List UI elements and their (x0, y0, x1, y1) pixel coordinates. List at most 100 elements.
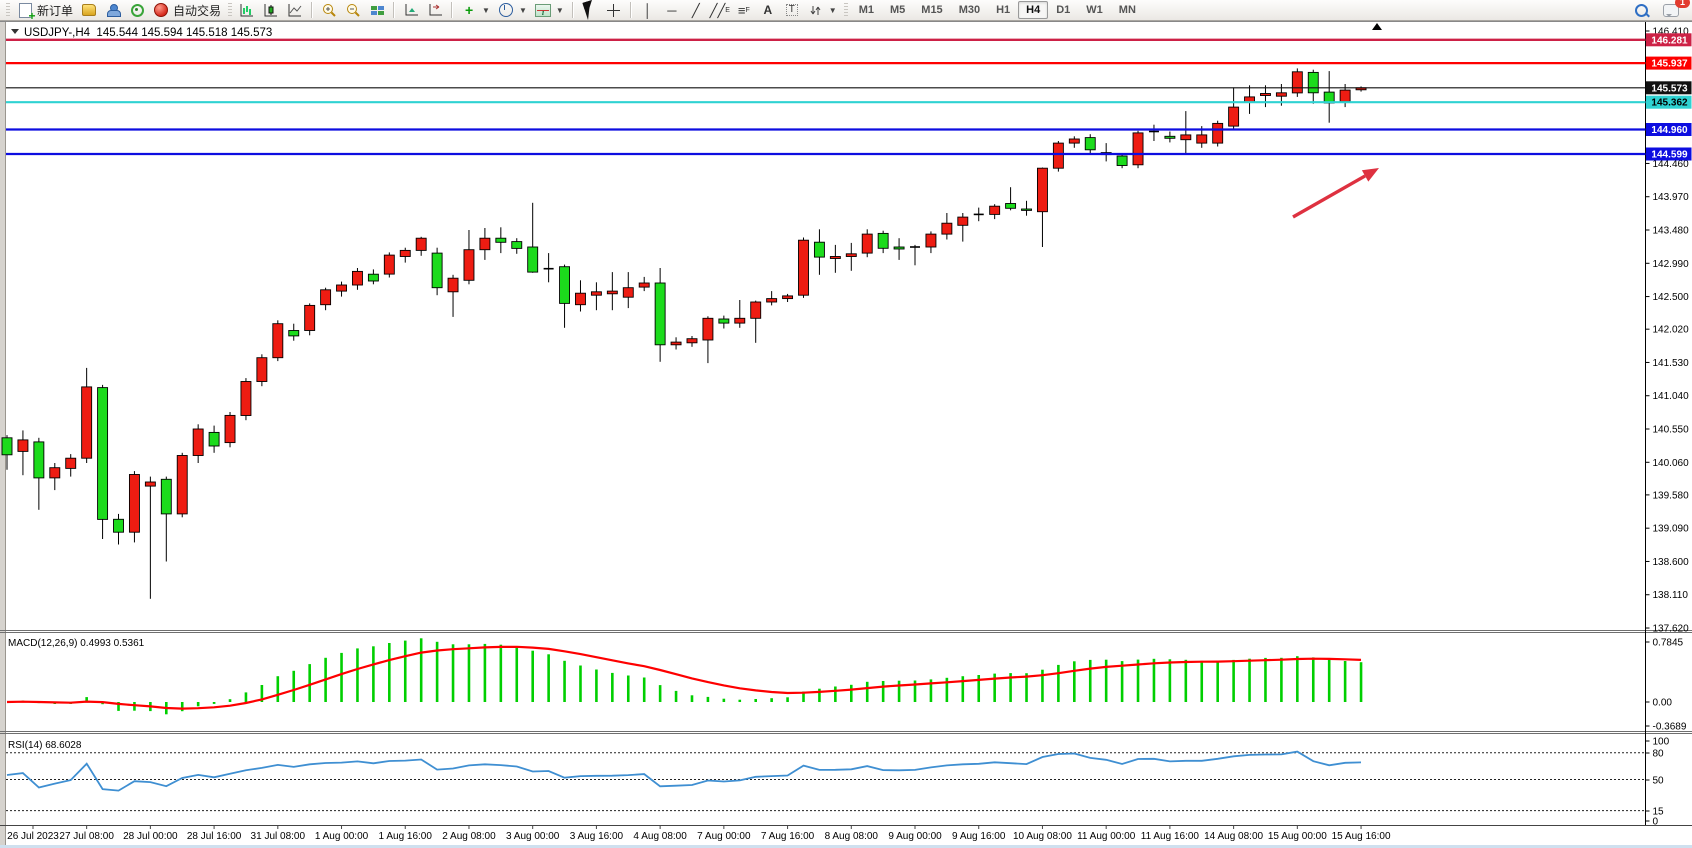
fibonacci-icon: ≡F (736, 2, 752, 18)
price-tick-label: 143.480 (1653, 226, 1690, 237)
timeframe-button-M15[interactable]: M15 (913, 1, 950, 19)
arrows-tool-button[interactable]: ▼ (804, 1, 841, 20)
candle-chart-button[interactable] (259, 1, 283, 20)
new-order-button[interactable]: 新订单 (13, 1, 77, 20)
timeframe-button-M1[interactable]: M1 (851, 1, 882, 19)
tile-windows-icon (369, 2, 385, 18)
toolbar-grip (228, 3, 232, 17)
timeframe-toolbar: M1M5M15M30H1H4D1W1MN (851, 1, 1144, 19)
tile-windows-button[interactable] (365, 1, 389, 20)
trendline-tool-button[interactable]: ╱ (684, 1, 708, 20)
periods-button[interactable]: ▼ (494, 1, 531, 20)
dropdown-arrow-icon: ▼ (482, 6, 490, 15)
timeframe-button-M30[interactable]: M30 (951, 1, 988, 19)
rsi-tick-label: 0 (1653, 817, 1659, 828)
chart-window-background (5, 22, 1692, 845)
label-tool-button[interactable]: T (780, 1, 804, 20)
zoom-in-button[interactable] (317, 1, 341, 20)
date-tick-label: 11 Aug 16:00 (1141, 831, 1200, 842)
horizontal-line-tool-button[interactable]: ─ (660, 1, 684, 20)
crosshair-tool-button[interactable] (602, 1, 626, 20)
add-indicator-icon: + (461, 2, 477, 18)
auto-scroll-icon (403, 2, 419, 18)
cursor-tool-button[interactable] (578, 1, 602, 20)
dropdown-arrow-icon: ▼ (829, 6, 837, 15)
macd-tick-label: 0.7845 (1653, 638, 1684, 649)
price-tick-label: 141.040 (1653, 391, 1690, 402)
date-tick-label: 15 Aug 00:00 (1268, 831, 1327, 842)
horizontal-line-icon: ─ (664, 2, 680, 18)
price-tick-label: 138.110 (1653, 590, 1689, 601)
price-tick-label: 142.020 (1653, 325, 1690, 336)
timeframe-button-H4[interactable]: H4 (1018, 1, 1048, 19)
date-tick-label: 2 Aug 08:00 (442, 831, 496, 842)
bar-chart-icon (239, 2, 255, 18)
trendline-icon: ╱ (688, 2, 704, 18)
date-tick-label: 10 Aug 08:00 (1013, 831, 1072, 842)
add-indicator-button[interactable]: + ▼ (457, 1, 494, 20)
templates-button[interactable]: ▼ (531, 1, 568, 20)
date-tick-label: 7 Aug 00:00 (697, 831, 751, 842)
toolbar-separator (630, 2, 632, 18)
signals-button[interactable] (125, 1, 149, 20)
timeframe-button-M5[interactable]: M5 (882, 1, 913, 19)
crosshair-icon (606, 2, 622, 18)
price-tick-label: 140.550 (1653, 425, 1690, 436)
text-icon: A (760, 2, 776, 18)
zoom-out-button[interactable] (341, 1, 365, 20)
date-tick-label: 1 Aug 16:00 (379, 831, 433, 842)
dropdown-arrow-icon: ▼ (556, 6, 564, 15)
date-tick-label: 7 Aug 16:00 (761, 831, 815, 842)
channel-tool-button[interactable]: ╱╱E (708, 1, 732, 20)
zoom-in-icon (321, 2, 337, 18)
macd-label: MACD(12,26,9) 0.4993 0.5361 (8, 638, 145, 649)
zoom-out-icon (345, 2, 361, 18)
price-tag-label: 146.281 (1651, 35, 1688, 46)
search-icon (1633, 2, 1649, 18)
timeframe-button-MN[interactable]: MN (1111, 1, 1144, 19)
template-icon (535, 2, 551, 18)
new-order-icon (17, 2, 33, 18)
toolbar-separator (572, 2, 574, 18)
date-tick-label: 9 Aug 00:00 (888, 831, 942, 842)
line-chart-icon (287, 2, 303, 18)
search-button[interactable] (1629, 1, 1653, 20)
date-tick-label: 3 Aug 00:00 (506, 831, 560, 842)
new-order-label: 新订单 (37, 2, 73, 19)
date-tick-label: 28 Jul 00:00 (123, 831, 178, 842)
candle-chart-icon (263, 2, 279, 18)
timeframe-button-W1[interactable]: W1 (1078, 1, 1111, 19)
fibonacci-tool-button[interactable]: ≡F (732, 1, 756, 20)
date-tick-label: 9 Aug 16:00 (952, 831, 1006, 842)
line-chart-button[interactable] (283, 1, 307, 20)
date-tick-label: 28 Jul 16:00 (187, 831, 242, 842)
rsi-label: RSI(14) 68.6028 (8, 740, 82, 751)
auto-scroll-button[interactable] (399, 1, 423, 20)
price-tick-label: 138.600 (1653, 557, 1690, 568)
chart-canvas[interactable]: 146.410144.460143.970143.480142.990142.5… (0, 0, 1692, 848)
toolbar-separator (393, 2, 395, 18)
person-icon (105, 2, 121, 18)
cursor-icon (582, 2, 598, 18)
notification-badge: 1 (1675, 0, 1690, 8)
toolbar-separator (451, 2, 453, 18)
timeframe-button-H1[interactable]: H1 (988, 1, 1018, 19)
timeframe-button-D1[interactable]: D1 (1048, 1, 1078, 19)
chart-title: USDJPY-,H4 145.544 145.594 145.518 145.5… (11, 27, 272, 39)
date-tick-label: 1 Aug 00:00 (315, 831, 369, 842)
notifications-button[interactable]: 1 (1659, 1, 1683, 20)
toolbar-grip (6, 3, 10, 17)
terminal-window: 新订单 自动交易 (0, 0, 1692, 848)
vertical-line-tool-button[interactable]: │ (636, 1, 660, 20)
bar-chart-button[interactable] (235, 1, 259, 20)
autotrading-label: 自动交易 (173, 2, 221, 19)
date-tick-label: 11 Aug 00:00 (1077, 831, 1136, 842)
price-tick-label: 142.990 (1653, 259, 1690, 270)
autotrading-button[interactable]: 自动交易 (149, 1, 225, 20)
date-tick-label: 31 Jul 08:00 (251, 831, 306, 842)
text-tool-button[interactable]: A (756, 1, 780, 20)
charts-profile-button[interactable] (77, 1, 101, 20)
chart-shift-button[interactable] (423, 1, 447, 20)
clock-icon (498, 2, 514, 18)
market-watch-button[interactable] (101, 1, 125, 20)
